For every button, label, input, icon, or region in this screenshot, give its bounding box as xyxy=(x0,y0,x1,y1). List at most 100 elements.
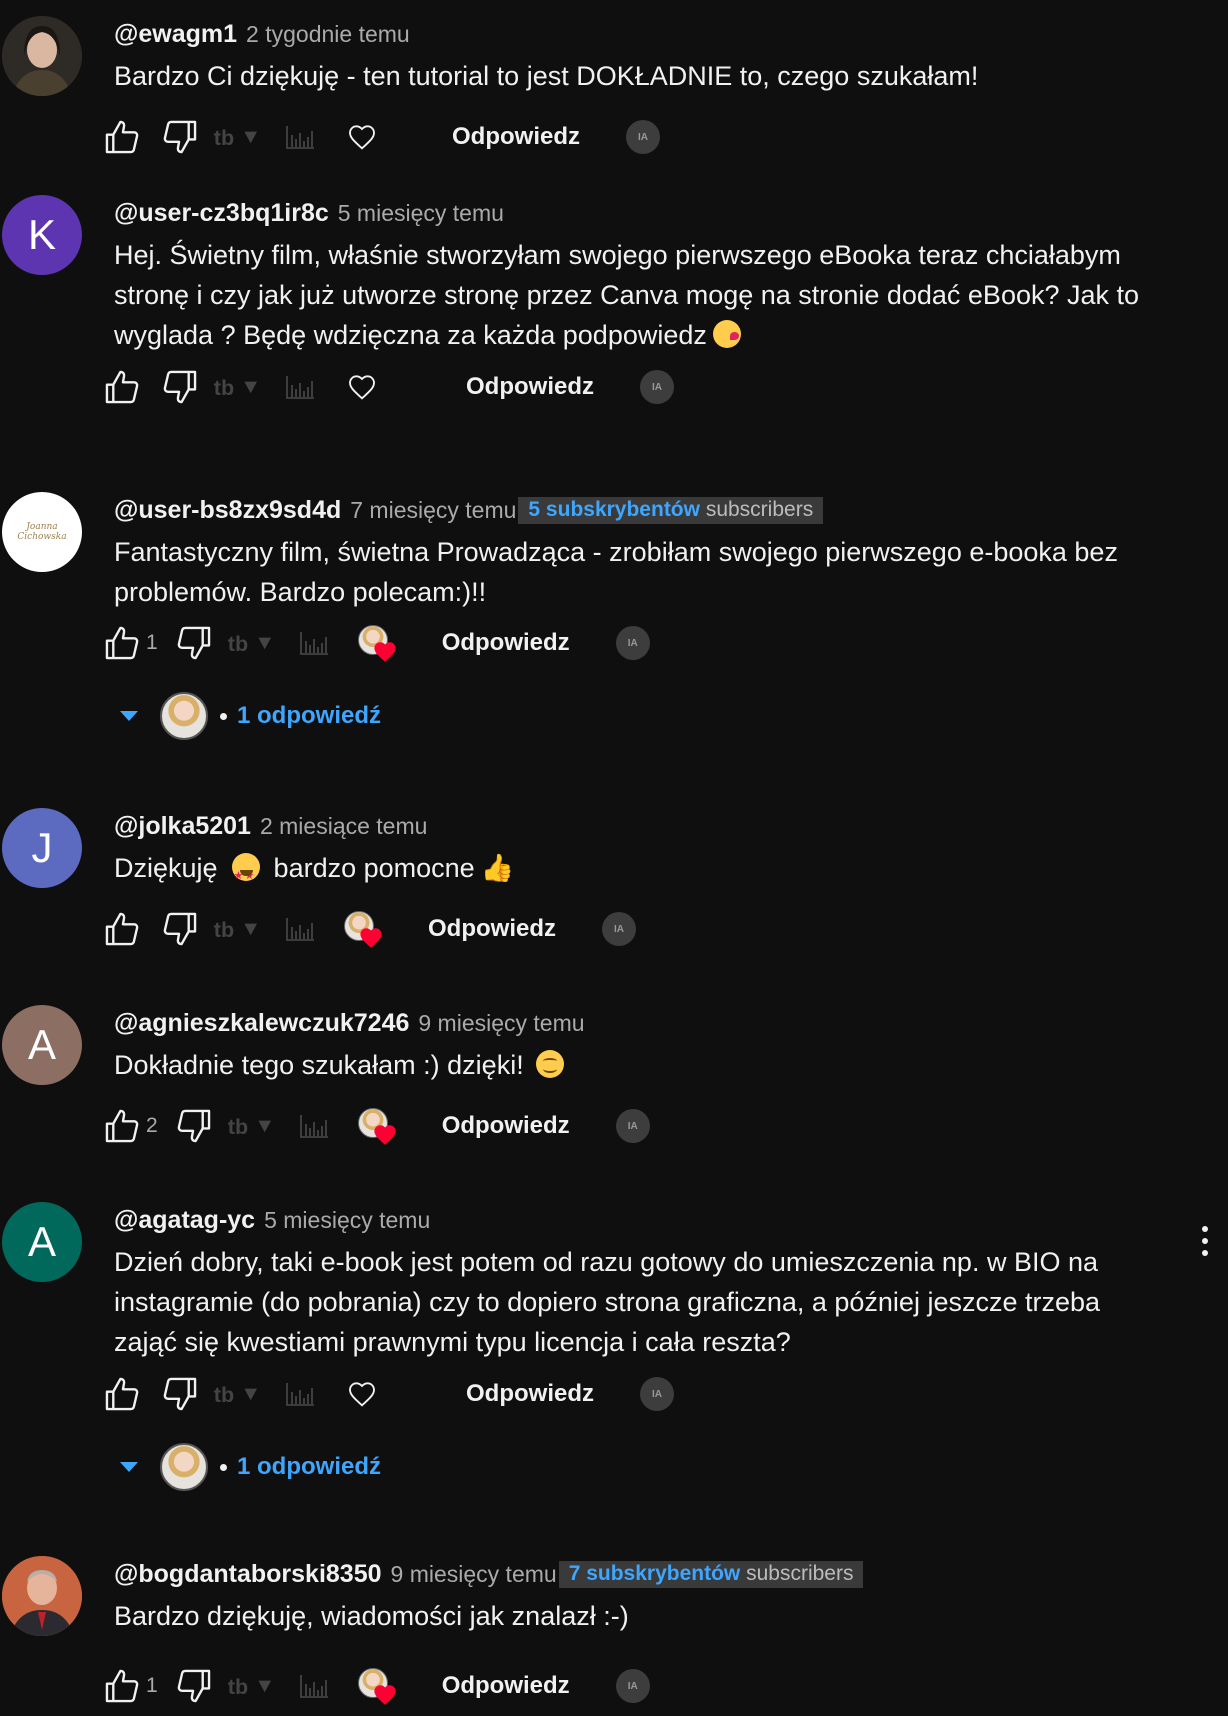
thumb-down-icon xyxy=(161,368,199,406)
avatar[interactable]: A xyxy=(2,1005,82,1085)
comment-text: Fantastyczny film, świetna Prowadząca - … xyxy=(114,537,1118,607)
comment-actions: 1 Odpowiedz IA xyxy=(100,619,650,667)
avatar[interactable]: K xyxy=(2,195,82,275)
thumb-down-icon xyxy=(175,1667,213,1705)
reply-button[interactable]: Odpowiedz xyxy=(414,907,570,951)
author-name[interactable]: @user-cz3bq1ir8c xyxy=(114,199,329,228)
creator-heart-icon xyxy=(354,1104,398,1148)
reply-button[interactable]: Odpowiedz xyxy=(428,1104,584,1148)
comment-time[interactable]: 2 tygodnie temu xyxy=(246,21,410,48)
avatar[interactable] xyxy=(2,1556,82,1636)
reply-button[interactable]: Odpowiedz xyxy=(428,1664,584,1708)
comment-text: Hej. Świetny film, właśnie stworzyłam sw… xyxy=(114,240,1140,350)
extension-widget[interactable] xyxy=(226,629,330,657)
extension-widget[interactable] xyxy=(212,123,316,151)
dislike-button[interactable] xyxy=(172,1664,216,1708)
avatar-letter: A xyxy=(27,1218,56,1265)
comment-header: @ewagm1 2 tygodnie temu xyxy=(114,16,1168,52)
author-name[interactable]: @bogdantaborski8350 xyxy=(114,1560,382,1589)
avatar[interactable]: A xyxy=(2,1202,82,1282)
author-name[interactable]: @jolka5201 xyxy=(114,812,251,841)
replies-count[interactable]: 1 odpowiedź xyxy=(237,702,381,730)
author-name[interactable]: @agnieszkalewczuk7246 xyxy=(114,1009,409,1038)
comment-actions: 2 Odpowiedz IA xyxy=(100,1102,650,1150)
comment-time[interactable]: 7 miesięcy temu xyxy=(350,497,516,524)
like-button[interactable] xyxy=(100,365,144,409)
chevron-down-icon xyxy=(120,711,138,721)
comment-time[interactable]: 2 miesiące temu xyxy=(260,813,427,840)
like-count: 2 xyxy=(146,1114,158,1137)
thumb-down-icon xyxy=(175,1107,213,1145)
comment-time[interactable]: 5 miesięcy temu xyxy=(264,1207,430,1234)
heart-button[interactable] xyxy=(340,365,384,409)
heart-button[interactable] xyxy=(340,1372,384,1416)
like-button[interactable] xyxy=(100,1372,144,1416)
reply-button[interactable]: Odpowiedz xyxy=(428,621,584,665)
chevron-down-icon xyxy=(120,1462,138,1472)
comment-text: Dokładnie tego szukałam :) dzięki! xyxy=(114,1045,1168,1085)
comment-time[interactable]: 9 miesięcy temu xyxy=(391,1561,557,1588)
chart-icon xyxy=(298,1112,330,1140)
ia-badge-icon[interactable]: IA xyxy=(615,1109,650,1143)
extension-widget[interactable] xyxy=(226,1672,330,1700)
avatar[interactable]: J xyxy=(2,808,82,888)
dislike-button[interactable] xyxy=(172,1104,216,1148)
comment-time[interactable]: 9 miesięcy temu xyxy=(418,1010,584,1037)
ia-badge-icon[interactable]: IA xyxy=(602,912,636,946)
separator-dot xyxy=(220,1463,227,1471)
dislike-button[interactable] xyxy=(158,907,202,951)
separator-dot xyxy=(220,712,227,720)
star-eyes-emoji-icon xyxy=(231,853,260,896)
author-name[interactable]: @ewagm1 xyxy=(114,20,237,49)
replies-count[interactable]: 1 odpowiedź xyxy=(237,1453,381,1481)
heart-button[interactable] xyxy=(340,115,384,159)
chart-icon xyxy=(284,915,316,943)
avatar-logo: Joanna Cichowska xyxy=(17,522,67,542)
ia-badge-icon[interactable]: IA xyxy=(640,370,674,404)
replies-toggle[interactable]: 1 odpowiedź xyxy=(120,1442,381,1492)
author-name[interactable]: @user-bs8zx9sd4d xyxy=(114,496,341,525)
avatar[interactable] xyxy=(2,16,82,96)
dislike-button[interactable] xyxy=(158,115,202,159)
like-button[interactable] xyxy=(100,907,144,951)
replies-toggle[interactable]: 1 odpowiedź xyxy=(120,691,381,741)
thumb-down-icon xyxy=(161,1375,199,1413)
chart-icon xyxy=(298,629,330,657)
comment-body: @user-cz3bq1ir8c 5 miesięcy temu Hej. Św… xyxy=(114,195,1168,355)
ia-badge-icon[interactable]: IA xyxy=(626,120,660,154)
dislike-button[interactable] xyxy=(172,621,216,665)
like-button[interactable] xyxy=(100,1664,144,1708)
extension-widget[interactable] xyxy=(212,373,316,401)
reply-button[interactable]: Odpowiedz xyxy=(452,1372,608,1416)
like-button[interactable] xyxy=(100,115,144,159)
ia-badge-icon[interactable]: IA xyxy=(615,1669,650,1703)
reply-button[interactable]: Odpowiedz xyxy=(452,365,608,409)
ia-badge-icon[interactable]: IA xyxy=(640,1377,674,1411)
avatar[interactable]: Joanna Cichowska xyxy=(2,492,82,572)
dislike-button[interactable] xyxy=(158,1372,202,1416)
comment-header: @jolka5201 2 miesiące temu xyxy=(114,808,1168,844)
dislike-button[interactable] xyxy=(158,365,202,409)
smile-emoji-icon xyxy=(535,1050,564,1078)
reply-button[interactable]: Odpowiedz xyxy=(438,115,594,159)
author-name[interactable]: @agatag-yc xyxy=(114,1206,255,1235)
like-count: 1 xyxy=(146,631,158,654)
comment-actions: Odpowiedz IA xyxy=(100,905,636,953)
heart-outline-icon xyxy=(346,121,378,153)
heart-outline-icon xyxy=(346,1378,378,1410)
extension-logo-icon xyxy=(212,1380,266,1408)
thumbs-up-emoji-icon: 👍 xyxy=(480,853,515,883)
thumb-up-icon xyxy=(103,1667,141,1705)
like-button[interactable] xyxy=(100,1104,144,1148)
extension-widget[interactable] xyxy=(226,1112,330,1140)
comment-actions: Odpowiedz IA xyxy=(100,113,660,161)
comment-body: @agatag-yc 5 miesięcy temu Dzień dobry, … xyxy=(114,1202,1168,1362)
comment-time[interactable]: 5 miesięcy temu xyxy=(338,200,504,227)
more-options-icon[interactable] xyxy=(1200,1226,1210,1256)
creator-heart-icon xyxy=(354,621,398,665)
extension-widget[interactable] xyxy=(212,1380,316,1408)
ia-badge-icon[interactable]: IA xyxy=(615,626,650,660)
like-button[interactable] xyxy=(100,621,144,665)
comment-body: @agnieszkalewczuk7246 9 miesięcy temu Do… xyxy=(114,1005,1168,1085)
extension-widget[interactable] xyxy=(212,915,316,943)
